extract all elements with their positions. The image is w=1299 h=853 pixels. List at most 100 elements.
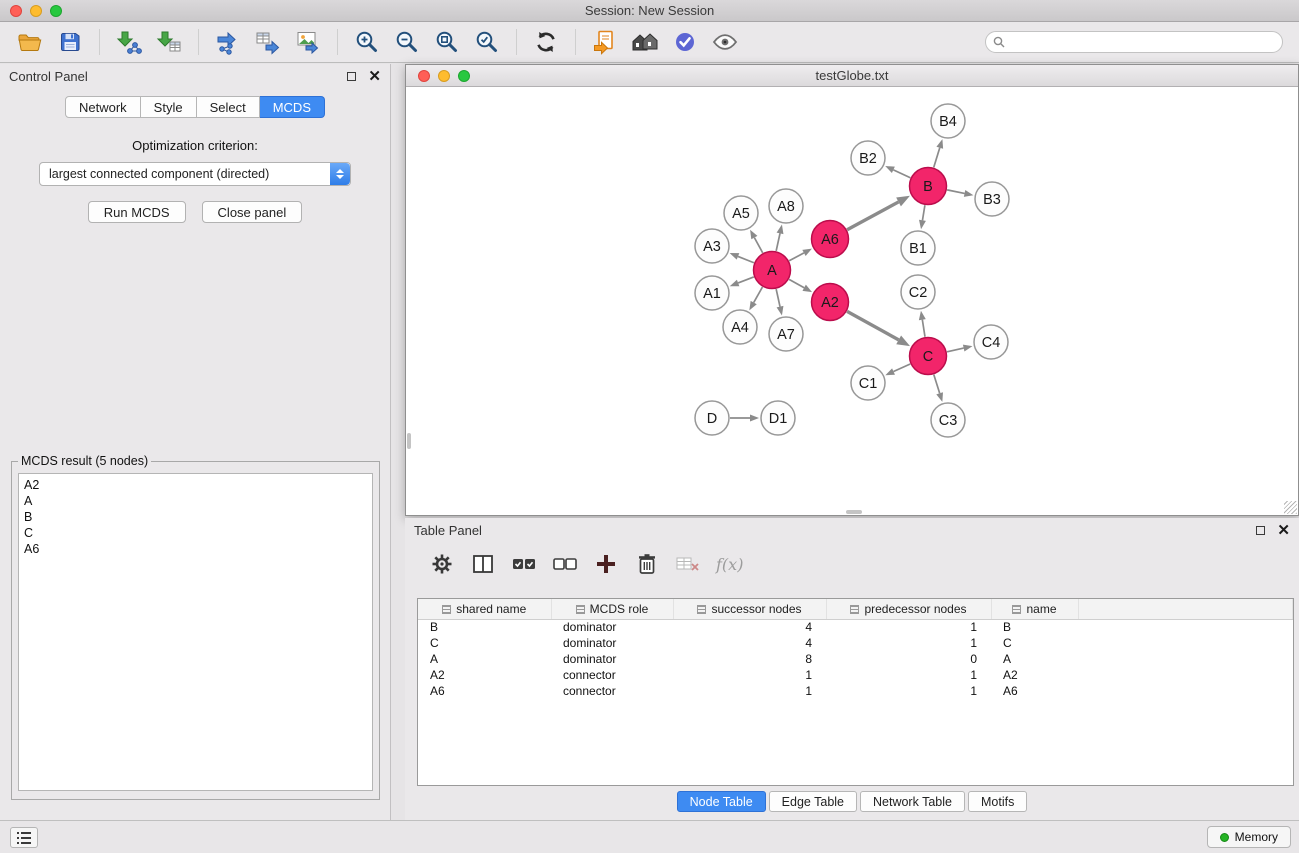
mcds-result-item[interactable]: C [24,525,367,541]
import-network-from-file-button[interactable] [111,26,147,58]
network-node-C4[interactable]: C4 [974,325,1008,359]
column-header[interactable]: shared name [418,599,551,619]
network-node-C3[interactable]: C3 [931,403,965,437]
network-node-A[interactable]: A [754,252,791,289]
network-edge-A6-B[interactable] [847,196,910,230]
zoom-in-button[interactable] [349,26,385,58]
network-edge-A-A6[interactable] [789,249,812,261]
tab-style[interactable]: Style [141,96,197,118]
tab-node-table[interactable]: Node Table [677,791,766,812]
network-edge-A-A8[interactable] [776,225,783,251]
column-header[interactable]: name [991,599,1078,619]
table-row[interactable]: Bdominator41B [418,619,1293,635]
network-edge-B-B1[interactable] [919,205,926,229]
zoom-selected-button[interactable] [469,26,505,58]
close-table-panel-icon[interactable]: ✕ [1277,523,1290,538]
network-node-A7[interactable]: A7 [769,317,803,351]
close-panel-icon[interactable]: ✕ [368,69,381,84]
network-edge-A-A2[interactable] [789,279,812,292]
tab-network[interactable]: Network [65,96,141,118]
network-node-B1[interactable]: B1 [901,231,935,265]
network-edge-C-C4[interactable] [947,345,972,352]
mcds-result-item[interactable]: B [24,509,367,525]
column-header[interactable]: MCDS role [551,599,673,619]
add-column-button[interactable] [587,548,624,580]
network-node-B[interactable]: B [910,168,947,205]
network-edge-A-A1[interactable] [730,277,754,286]
column-header[interactable]: predecessor nodes [826,599,991,619]
network-close-button[interactable] [418,70,430,82]
column-header[interactable]: successor nodes [673,599,826,619]
network-node-D1[interactable]: D1 [761,401,795,435]
resize-grip[interactable] [1284,501,1297,514]
network-window-titlebar[interactable]: testGlobe.txt [406,65,1298,87]
horizontal-scrollbar[interactable] [846,510,862,514]
network-node-C1[interactable]: C1 [851,366,885,400]
network-edge-C-C2[interactable] [919,311,926,337]
maximize-window-button[interactable] [50,5,62,17]
network-node-A3[interactable]: A3 [695,229,729,263]
network-edge-B-B4[interactable] [934,139,943,167]
network-node-C[interactable]: C [910,338,947,375]
open-session-file-button[interactable] [587,26,623,58]
table-row[interactable]: A2connector11A2 [418,667,1293,683]
optimization-dropdown[interactable]: largest connected component (directed) [39,162,351,186]
tab-select[interactable]: Select [197,96,260,118]
zoom-fit-button[interactable] [429,26,465,58]
export-image-button[interactable] [290,26,326,58]
network-minimize-button[interactable] [438,70,450,82]
table-row[interactable]: A6connector11A6 [418,683,1293,699]
network-canvas[interactable]: B4B2BB3A5A8A6B1A3AA1C2A2A4A7CC4C1C3DD1 [406,87,1298,515]
vertical-scrollbar[interactable] [407,433,411,449]
mcds-result-item[interactable]: A6 [24,541,367,557]
mcds-result-list[interactable]: A2ABCA6 [18,473,373,791]
network-node-A4[interactable]: A4 [723,310,757,344]
select-all-button[interactable] [505,548,542,580]
mcds-result-item[interactable]: A [24,493,367,509]
network-node-D[interactable]: D [695,401,729,435]
import-table-from-file-button[interactable] [151,26,187,58]
network-node-A6[interactable]: A6 [812,221,849,258]
zoom-out-button[interactable] [389,26,425,58]
function-builder-button[interactable]: f(x) [716,555,743,574]
network-edge-B-B3[interactable] [947,190,973,197]
refresh-layout-button[interactable] [528,26,564,58]
deselect-all-button[interactable] [546,548,583,580]
network-edge-C-C3[interactable] [934,375,943,402]
mcds-result-item[interactable]: A2 [24,477,367,493]
network-edge-C-C1[interactable] [885,364,910,375]
home-button[interactable] [627,26,663,58]
open-file-button[interactable] [12,26,48,58]
network-edge-A-A4[interactable] [749,287,762,310]
tab-edge-table[interactable]: Edge Table [769,791,857,812]
table-settings-button[interactable] [423,548,460,580]
network-edge-D-D1[interactable] [730,415,759,422]
network-node-A8[interactable]: A8 [769,189,803,223]
float-panel-icon[interactable] [347,72,356,81]
network-maximize-button[interactable] [458,70,470,82]
network-canvas-area[interactable]: B4B2BB3A5A8A6B1A3AA1C2A2A4A7CC4C1C3DD1 [406,87,1298,515]
network-edge-A-A5[interactable] [750,230,763,253]
network-node-B4[interactable]: B4 [931,104,965,138]
run-mcds-button[interactable]: Run MCDS [88,201,186,223]
minimize-window-button[interactable] [30,5,42,17]
export-table-button[interactable] [250,26,286,58]
network-node-A5[interactable]: A5 [724,196,758,230]
show-columns-button[interactable] [464,548,501,580]
search-input[interactable] [985,31,1283,53]
network-node-B2[interactable]: B2 [851,141,885,175]
delete-column-button[interactable] [628,548,665,580]
task-history-button[interactable] [10,827,38,848]
close-panel-button[interactable]: Close panel [202,201,303,223]
export-network-button[interactable] [210,26,246,58]
network-edge-B-B2[interactable] [885,166,910,178]
tab-motifs[interactable]: Motifs [968,791,1027,812]
tab-network-table[interactable]: Network Table [860,791,965,812]
table-row[interactable]: Cdominator41C [418,635,1293,651]
network-node-A2[interactable]: A2 [812,284,849,321]
float-table-panel-icon[interactable] [1256,526,1265,535]
network-edge-A-A7[interactable] [776,289,783,315]
save-session-button[interactable] [52,26,88,58]
delete-table-button[interactable] [669,548,706,580]
network-node-A1[interactable]: A1 [695,276,729,310]
